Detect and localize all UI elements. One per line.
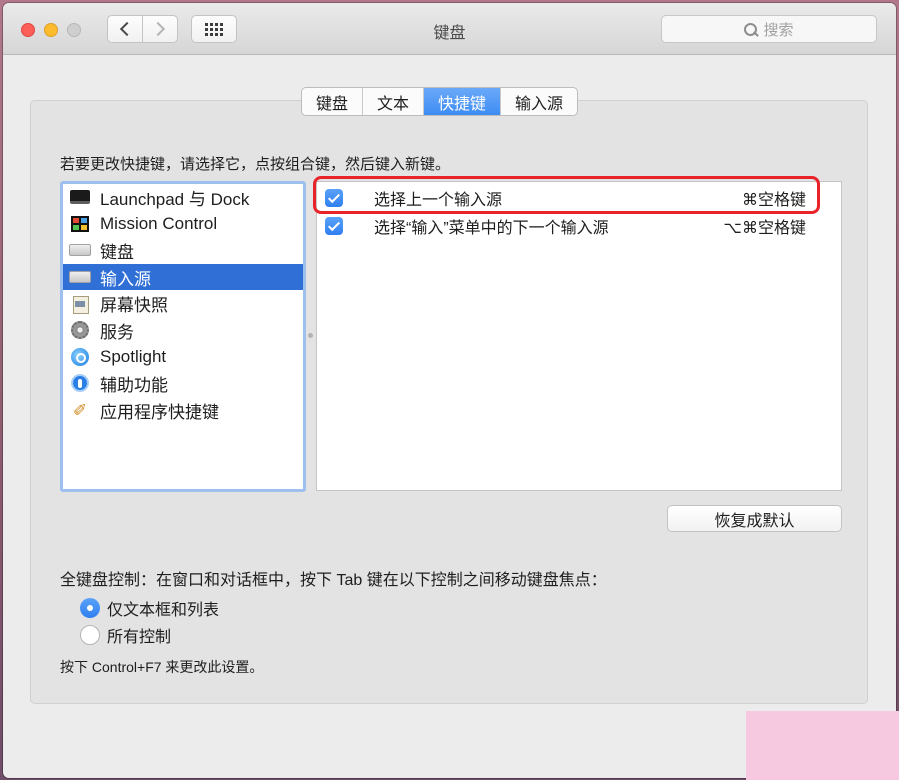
category-services[interactable]: 服务 (63, 317, 303, 344)
shortcut-label: 选择“输入”菜单中的下一个输入源 (374, 220, 609, 237)
category-label: Mission Control (100, 213, 218, 233)
tab-input-sources[interactable]: 输入源 (501, 88, 577, 115)
category-app-shortcuts[interactable]: ✐ 应用程序快捷键 (63, 397, 303, 424)
search-field[interactable]: 搜索 (661, 15, 877, 43)
keyboard-access-hint: 按下 Control+F7 来更改此设置。 (60, 659, 264, 675)
shortcut-checkbox[interactable] (325, 217, 343, 235)
category-label: Launchpad 与 Dock (100, 189, 250, 209)
category-spotlight[interactable]: Spotlight (63, 344, 303, 371)
highlight-annotation (313, 176, 820, 214)
keyboard-preferences-window: 键盘 搜索 键盘 文本 快捷键 输入源 若要更改快捷键，请选择它，点按组合键，然… (3, 3, 896, 778)
tab-text[interactable]: 文本 (363, 88, 425, 115)
screenshot-icon (69, 295, 91, 314)
shortcut-keys[interactable]: ⌥⌘空格键 (724, 214, 806, 238)
services-gear-icon (69, 321, 91, 340)
category-accessibility[interactable]: 辅助功能 (63, 370, 303, 397)
category-label: 辅助功能 (100, 375, 168, 395)
title-bar: 键盘 搜索 (3, 3, 896, 55)
category-mission-control[interactable]: Mission Control (63, 211, 303, 238)
category-label: 应用程序快捷键 (100, 402, 219, 422)
radio-label: 所有控制 (107, 629, 172, 646)
launchpad-dock-icon (69, 188, 91, 206)
category-launchpad-dock[interactable]: Launchpad 与 Dock (63, 184, 303, 211)
search-icon (744, 22, 758, 36)
category-label: 键盘 (100, 242, 134, 262)
tab-shortcuts[interactable]: 快捷键 (424, 88, 502, 115)
category-label: 输入源 (100, 269, 151, 289)
category-keyboard[interactable]: 键盘 (63, 237, 303, 264)
tab-bar: 键盘 文本 快捷键 输入源 (301, 87, 579, 116)
category-label: Spotlight (100, 346, 167, 366)
category-label: 服务 (100, 322, 134, 342)
tab-keyboard[interactable]: 键盘 (302, 88, 364, 115)
category-input-sources[interactable]: 输入源 (63, 263, 303, 291)
instruction-text: 若要更改快捷键，请选择它，点按组合键，然后键入新键。 (60, 156, 451, 173)
radio-label: 仅文本框和列表 (107, 602, 220, 619)
shortcut-list[interactable]: 选择上一个输入源 ⌘空格键 选择“输入”菜单中的下一个输入源 ⌥⌘空格键 (316, 181, 842, 491)
category-list[interactable]: Launchpad 与 Dock Mission Control 键盘 输入源 … (60, 181, 306, 492)
split-view-divider[interactable] (308, 333, 313, 338)
radio-button[interactable] (80, 625, 100, 645)
full-keyboard-access-label: 全键盘控制：在窗口和对话框中，按下 Tab 键在以下控制之间移动键盘焦点： (60, 572, 607, 589)
shortcut-row[interactable]: 选择“输入”菜单中的下一个输入源 ⌥⌘空格键 (317, 213, 841, 239)
watermark-corner (746, 711, 899, 780)
accessibility-icon (69, 374, 91, 393)
app-shortcuts-icon: ✐ (72, 400, 88, 420)
keyboard-icon (69, 241, 91, 259)
category-label: 屏幕快照 (100, 296, 168, 316)
mission-control-icon (69, 215, 91, 233)
search-placeholder: 搜索 (763, 21, 794, 39)
input-source-icon (69, 268, 91, 286)
spotlight-icon (69, 347, 91, 366)
category-screenshots[interactable]: 屏幕快照 (63, 290, 303, 317)
radio-all-controls[interactable]: 所有控制 (80, 624, 171, 646)
radio-button-selected[interactable] (80, 598, 100, 618)
radio-text-boxes-and-lists[interactable]: 仅文本框和列表 (80, 597, 219, 619)
restore-defaults-button[interactable]: 恢复成默认 (667, 505, 842, 532)
